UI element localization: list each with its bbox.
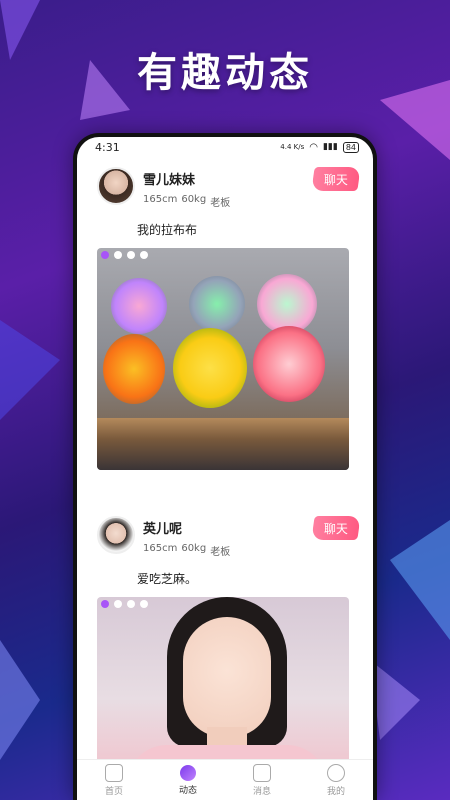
tab-home[interactable]: 首页 xyxy=(84,763,144,797)
tab-label: 我的 xyxy=(326,786,345,797)
photo-shelf xyxy=(97,418,349,470)
tab-messages[interactable]: 消息 xyxy=(232,763,292,797)
tab-label: 首页 xyxy=(104,786,123,797)
battery-icon: 84 xyxy=(342,141,359,153)
user-weight: 60kg xyxy=(181,543,207,554)
avatar[interactable] xyxy=(97,516,135,554)
bottom-tab-bar: 首页 动态 消息 我的 xyxy=(77,759,373,800)
carousel-dot[interactable] xyxy=(114,600,122,608)
tab-profile[interactable]: 我的 xyxy=(306,763,366,797)
carousel-dot[interactable] xyxy=(101,600,109,608)
user-occupation: 老板 xyxy=(210,547,231,558)
feed-post: 英儿呢 165cm 60kg 老板 聊天 爱吃芝麻。 xyxy=(77,506,373,760)
phone-frame: 4:31 4.4 K/s ◠ ▮▮▮ 84 雪儿妹妹 165cm 60kg 老板… xyxy=(73,133,377,800)
chat-button[interactable]: 聊天 xyxy=(311,167,361,191)
post-photo-carousel[interactable] xyxy=(97,597,349,760)
photo-object xyxy=(253,326,325,402)
user-info: 英儿呢 165cm 60kg 老板 xyxy=(143,514,313,558)
post-photo-carousel[interactable] xyxy=(97,248,349,470)
status-bar: 4:31 4.4 K/s ◠ ▮▮▮ 84 xyxy=(77,137,373,157)
photo-object xyxy=(173,328,247,408)
post-header: 英儿呢 165cm 60kg 老板 聊天 xyxy=(77,514,373,558)
photo-object xyxy=(257,274,317,334)
photo-face xyxy=(183,617,271,737)
wifi-icon: ◠ xyxy=(309,141,318,153)
user-height: 165cm xyxy=(143,194,178,205)
tab-moments[interactable]: 动态 xyxy=(158,764,218,796)
promo-title: 有趣动态 xyxy=(137,50,313,96)
status-icons: 4.4 K/s ◠ ▮▮▮ 84 xyxy=(280,141,359,153)
nickname[interactable]: 英儿呢 xyxy=(143,518,313,537)
post-photo[interactable] xyxy=(97,597,349,760)
signal-icon: ▮▮▮ xyxy=(322,142,338,152)
profile-icon xyxy=(327,763,345,782)
tab-label: 动态 xyxy=(178,785,197,796)
post-text: 爱吃芝麻。 xyxy=(137,572,198,586)
carousel-dot[interactable] xyxy=(127,251,135,259)
carousel-dot[interactable] xyxy=(114,251,122,259)
status-time: 4:31 xyxy=(95,140,120,154)
user-height: 165cm xyxy=(143,543,178,554)
carousel-dots xyxy=(101,251,148,259)
post-text: 我的拉布布 xyxy=(137,223,198,237)
user-stats: 165cm 60kg 老板 xyxy=(143,543,313,558)
post-photo[interactable] xyxy=(97,248,349,470)
user-stats: 165cm 60kg 老板 xyxy=(143,194,313,209)
photo-object xyxy=(111,278,167,334)
avatar[interactable] xyxy=(97,167,135,205)
tab-label: 消息 xyxy=(252,786,271,797)
carousel-dot[interactable] xyxy=(140,251,148,259)
battery-level: 84 xyxy=(345,142,356,152)
user-occupation: 老板 xyxy=(210,198,231,209)
carousel-dot[interactable] xyxy=(140,600,148,608)
chat-button-label: 聊天 xyxy=(323,521,348,536)
app-screen: 4:31 4.4 K/s ◠ ▮▮▮ 84 雪儿妹妹 165cm 60kg 老板… xyxy=(77,137,373,800)
photo-object xyxy=(189,276,245,332)
nickname[interactable]: 雪儿妹妹 xyxy=(143,169,313,188)
photo-shirt xyxy=(127,745,327,760)
home-icon xyxy=(105,763,123,782)
user-info: 雪儿妹妹 165cm 60kg 老板 xyxy=(143,165,313,209)
message-icon xyxy=(253,763,271,782)
post-separator xyxy=(77,470,373,506)
network-speed: 4.4 K/s xyxy=(280,143,305,151)
carousel-dot[interactable] xyxy=(127,600,135,608)
moments-icon xyxy=(180,764,196,781)
post-header: 雪儿妹妹 165cm 60kg 老板 聊天 xyxy=(77,165,373,209)
chat-button[interactable]: 聊天 xyxy=(311,516,361,540)
chat-button-label: 聊天 xyxy=(323,172,348,187)
user-weight: 60kg xyxy=(181,194,207,205)
carousel-dots xyxy=(101,600,148,608)
feed-post: 雪儿妹妹 165cm 60kg 老板 聊天 我的拉布布 xyxy=(77,157,373,506)
moments-feed[interactable]: 雪儿妹妹 165cm 60kg 老板 聊天 我的拉布布 英儿呢 165cm 60… xyxy=(77,157,373,760)
carousel-dot[interactable] xyxy=(101,251,109,259)
photo-object xyxy=(103,334,165,404)
